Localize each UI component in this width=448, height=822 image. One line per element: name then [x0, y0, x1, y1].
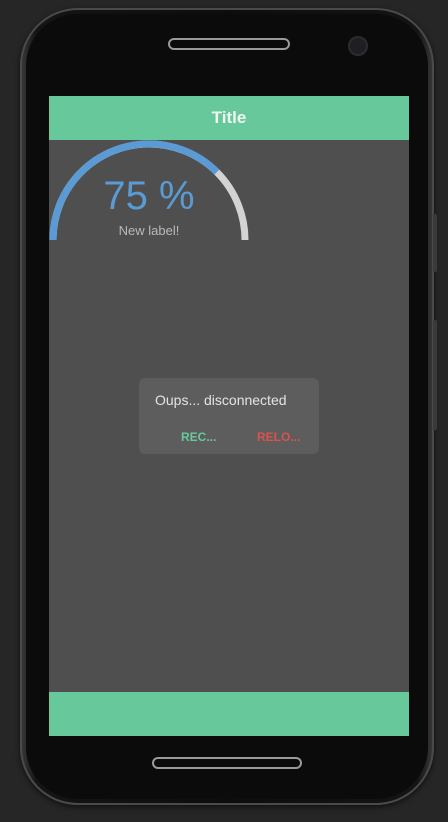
bottom-speaker-grille: [152, 757, 302, 769]
volume-button: [433, 214, 437, 272]
earpiece-speaker: [168, 38, 290, 50]
app-footer-bar: [49, 692, 409, 736]
power-button: [433, 320, 437, 430]
reconnect-button[interactable]: REC...: [181, 430, 216, 444]
gauge-label: New label!: [118, 223, 180, 238]
app-screen: Title 75 % New label! Oups... disconnect…: [49, 96, 409, 736]
progress-gauge: 75 % New label!: [49, 140, 249, 240]
front-camera-icon: [348, 36, 368, 56]
dialog-message: Oups... disconnected: [155, 392, 287, 408]
device-frame-stage: Title 75 % New label! Oups... disconnect…: [0, 0, 448, 822]
page-title: Title: [211, 108, 247, 127]
app-header-bar: Title: [49, 96, 409, 140]
disconnected-dialog: Oups... disconnected REC... RELO...: [139, 378, 319, 454]
gauge-value-text: 75 %: [103, 174, 195, 218]
reload-button[interactable]: RELO...: [257, 430, 300, 444]
